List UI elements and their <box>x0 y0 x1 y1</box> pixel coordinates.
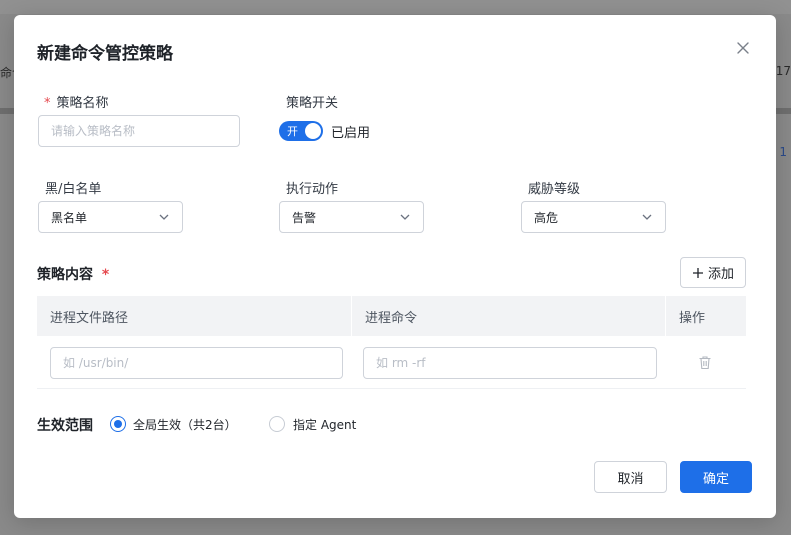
toggle-on-text: 开 <box>287 125 298 138</box>
required-mark: * <box>101 267 110 283</box>
chevron-down-icon <box>642 214 652 220</box>
process-command-input[interactable] <box>363 347 657 379</box>
list-type-value: 黑名单 <box>51 210 88 225</box>
cancel-button[interactable]: 取消 <box>594 461 667 493</box>
policy-name-input[interactable] <box>38 115 240 147</box>
toggle-knob <box>305 123 321 139</box>
chevron-down-icon <box>400 214 410 220</box>
required-mark: * <box>44 96 51 111</box>
column-header-path: 进程文件路径 <box>50 310 129 326</box>
add-rule-button[interactable]: 添加 <box>680 257 746 288</box>
action-select[interactable]: 告警 <box>279 201 424 233</box>
policy-switch-label: 策略开关 <box>286 96 339 111</box>
action-value: 告警 <box>292 210 317 225</box>
background-right-link: 1 <box>779 145 787 159</box>
policy-enabled-toggle[interactable]: 开 <box>279 121 323 141</box>
close-icon[interactable] <box>734 39 752 57</box>
list-type-label: 黑/白名单 <box>45 182 102 197</box>
toggle-status-text: 已启用 <box>331 126 371 141</box>
policy-content-title: 策略内容 * <box>37 267 110 283</box>
plus-icon <box>692 267 703 278</box>
scope-label: 生效范围 <box>37 418 93 434</box>
chevron-down-icon <box>159 214 169 220</box>
scope-agent-radio[interactable] <box>269 416 285 432</box>
add-rule-label: 添加 <box>707 267 734 282</box>
trash-icon[interactable] <box>698 355 712 370</box>
process-path-input[interactable] <box>50 347 343 379</box>
threat-level-value: 高危 <box>534 210 559 225</box>
policy-name-label: * 策略名称 <box>44 96 109 111</box>
threat-level-label: 威胁等级 <box>528 182 581 197</box>
scope-agent-label[interactable]: 指定 Agent <box>293 416 356 433</box>
rule-table-header: 进程文件路径 进程命令 操作 <box>37 296 746 336</box>
create-policy-dialog: 新建命令管控策略 *策略名称 策略开关 开 已启用 黑/白名单 黑名单 执行动作… <box>14 15 776 518</box>
scope-global-label[interactable]: 全局生效（共2台） <box>133 416 237 433</box>
dialog-title: 新建命令管控策略 <box>37 44 173 64</box>
threat-level-select[interactable]: 高危 <box>521 201 666 233</box>
scope-global-radio[interactable] <box>110 416 126 432</box>
column-header-command: 进程命令 <box>351 296 665 336</box>
list-type-select[interactable]: 黑名单 <box>38 201 183 233</box>
action-label: 执行动作 <box>286 182 339 197</box>
confirm-button[interactable]: 确定 <box>680 461 752 493</box>
background-header-strip <box>0 0 791 14</box>
column-header-actions: 操作 <box>665 296 746 336</box>
